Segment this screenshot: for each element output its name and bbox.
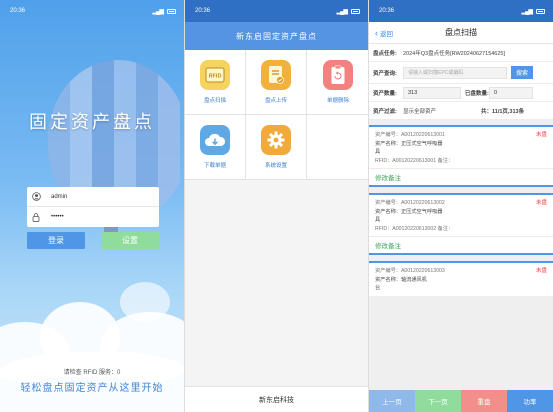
prev-page-button[interactable]: 上一页: [369, 390, 415, 412]
query-label: 资产查询:: [373, 70, 397, 77]
scanned-count-value: 0: [489, 86, 533, 99]
cloud-download-icon: [200, 125, 230, 155]
bottom-toolbar: 上一页 下一页 重盘 功率: [369, 390, 553, 412]
status-badge: 未盘: [535, 132, 547, 138]
status-time: 20:36: [379, 8, 395, 14]
asset-code: 资产编号：A00120220613003: [375, 268, 445, 274]
status-time: 20:36: [195, 8, 211, 14]
query-row: 资产查询: 请输入或扫描EPC或编码 搜索: [369, 62, 553, 84]
list-item[interactable]: 资产编号：A00120220613002 资产名称：正压式空气呼吸器 具 RFI…: [369, 193, 553, 255]
filter-select[interactable]: 显示全部资产: [403, 107, 481, 115]
filter-row: 资产过滤: 显示全部资产 共：11/1页,313条: [369, 102, 553, 120]
footer-company: 新东启科技: [185, 386, 368, 412]
svg-text:RFID: RFID: [209, 74, 222, 80]
username-value: admin: [51, 193, 68, 200]
username-field[interactable]: admin: [27, 187, 159, 207]
search-button[interactable]: 搜索: [511, 66, 533, 79]
document-upload-icon: [261, 60, 291, 90]
menu-item-label: 盘点上传: [264, 98, 287, 104]
rescan-button[interactable]: 重盘: [461, 390, 507, 412]
status-bar: 20:36 ▂▄▆: [0, 0, 184, 22]
user-icon: [31, 192, 41, 202]
menu-item-inventory-upload[interactable]: 盘点上传: [246, 50, 307, 115]
rfid-card-icon: RFID: [200, 60, 230, 90]
asset-code: 资产编号：A00120220613001: [375, 132, 445, 138]
lock-icon: [31, 212, 41, 222]
menu-grid: RFID 盘点扫描 盘点上传 单据删除 下载单据 系统设置: [185, 50, 368, 180]
battery-icon: [167, 8, 176, 14]
task-row: 盘点任务: 2024年Q3盘点任务[RW20240627154625]: [369, 44, 553, 62]
asset-count-value: 313: [403, 86, 461, 99]
asset-name: 资产名称：正压式空气呼吸器: [375, 208, 443, 215]
page-title: 新东启固定资产盘点: [185, 22, 368, 50]
slogan: 轻松盘点固定资产从这里开始: [20, 383, 164, 394]
login-screen: 20:36 ▂▄▆ 固定资产盘点 admin •••••• 登录 设置 请检查 …: [0, 0, 184, 412]
menu-item-label: 下载单据: [203, 163, 226, 169]
status-icons: ▂▄▆: [522, 8, 545, 15]
asset-rfid: RFID：A00120220613002 备注：: [375, 225, 454, 232]
next-page-button[interactable]: 下一页: [415, 390, 461, 412]
edit-remark-button[interactable]: 修改备注: [369, 168, 553, 185]
login-form: admin ••••••: [27, 187, 159, 227]
status-time: 20:36: [10, 8, 26, 14]
scanned-label: 已盘数量:: [465, 90, 489, 97]
asset-name: 资产名称：轴流通风机: [375, 276, 427, 283]
menu-item-label: 盘点扫描: [203, 98, 226, 104]
task-label: 盘点任务:: [373, 50, 397, 57]
signal-icon: ▂▄▆: [521, 8, 534, 15]
status-bar: 20:36 ▂▄▆: [369, 0, 553, 22]
edit-remark-button[interactable]: 修改备注: [369, 236, 553, 253]
asset-code: 资产编号：A00120220613002: [375, 200, 445, 206]
status-bar: 20:36 ▂▄▆: [185, 0, 368, 22]
asset-name-cont: 具: [375, 149, 381, 155]
asset-search-input[interactable]: 请输入或扫描EPC或编码: [403, 66, 507, 79]
power-button[interactable]: 功率: [507, 390, 553, 412]
menu-item-label: 系统设置: [264, 163, 287, 169]
app-title: 固定资产盘点: [29, 112, 155, 133]
menu-item-label: 单据删除: [326, 98, 349, 104]
count-row: 资产数量: 313 已盘数量: 0: [369, 84, 553, 102]
task-info-panel: 盘点任务: 2024年Q3盘点任务[RW20240627154625] 资产查询…: [369, 44, 553, 120]
task-value: 2024年Q3盘点任务[RW20240627154625]: [403, 50, 506, 57]
settings-button[interactable]: 设置: [101, 232, 159, 249]
main-menu-screen: 20:36 ▂▄▆ 新东启固定资产盘点 RFID 盘点扫描 盘点上传 单据删除: [184, 0, 368, 412]
menu-empty-cell: [307, 115, 368, 180]
status-badge: 未盘: [535, 200, 547, 206]
inventory-scan-screen: 20:36 ▂▄▆ ‹ 返回 盘点扫描 盘点任务: 2024年Q3盘点任务[RW…: [368, 0, 553, 412]
signal-icon: ▂▄▆: [336, 8, 349, 15]
page-header: ‹ 返回 盘点扫描: [369, 22, 553, 44]
battery-icon: [536, 8, 545, 14]
signal-icon: ▂▄▆: [152, 8, 165, 15]
password-field[interactable]: ••••••: [27, 207, 159, 227]
battery-icon: [351, 8, 360, 14]
page-title: 盘点扫描: [445, 28, 477, 37]
list-item[interactable]: 资产编号：A00120220613003 资产名称：轴流通风机 台 未盘: [369, 261, 553, 296]
count-label: 资产数量:: [373, 90, 397, 97]
clipboard-undo-icon: [323, 60, 353, 90]
filter-label: 资产过滤:: [373, 108, 397, 115]
status-icons: ▂▄▆: [153, 8, 176, 15]
gear-icon: [261, 125, 291, 155]
password-value: ••••••: [51, 214, 64, 220]
menu-item-delete-document[interactable]: 单据删除: [307, 50, 368, 115]
back-label: 返回: [380, 31, 393, 38]
list-item[interactable]: 资产编号：A00120220613001 资产名称：正压式空气呼吸器 具 RFI…: [369, 125, 553, 187]
page-info: 共：11/1页,313条: [481, 108, 525, 115]
login-button[interactable]: 登录: [27, 232, 85, 249]
rfid-status: 请检查 RFID 服务：0: [48, 366, 136, 377]
asset-rfid: RFID：A00120220613001 备注：: [375, 157, 454, 164]
menu-item-system-settings[interactable]: 系统设置: [246, 115, 307, 180]
status-icons: ▂▄▆: [337, 8, 360, 15]
asset-name-cont: 台: [375, 285, 381, 291]
back-button[interactable]: ‹ 返回: [375, 22, 393, 44]
chevron-left-icon: ‹: [375, 28, 378, 38]
menu-item-download-document[interactable]: 下载单据: [185, 115, 246, 180]
asset-name: 资产名称：正压式空气呼吸器: [375, 140, 443, 147]
menu-item-inventory-scan[interactable]: RFID 盘点扫描: [185, 50, 246, 115]
asset-name-cont: 具: [375, 217, 381, 223]
asset-list: 资产编号：A00120220613001 资产名称：正压式空气呼吸器 具 RFI…: [369, 125, 553, 302]
status-badge: 未盘: [535, 268, 547, 274]
